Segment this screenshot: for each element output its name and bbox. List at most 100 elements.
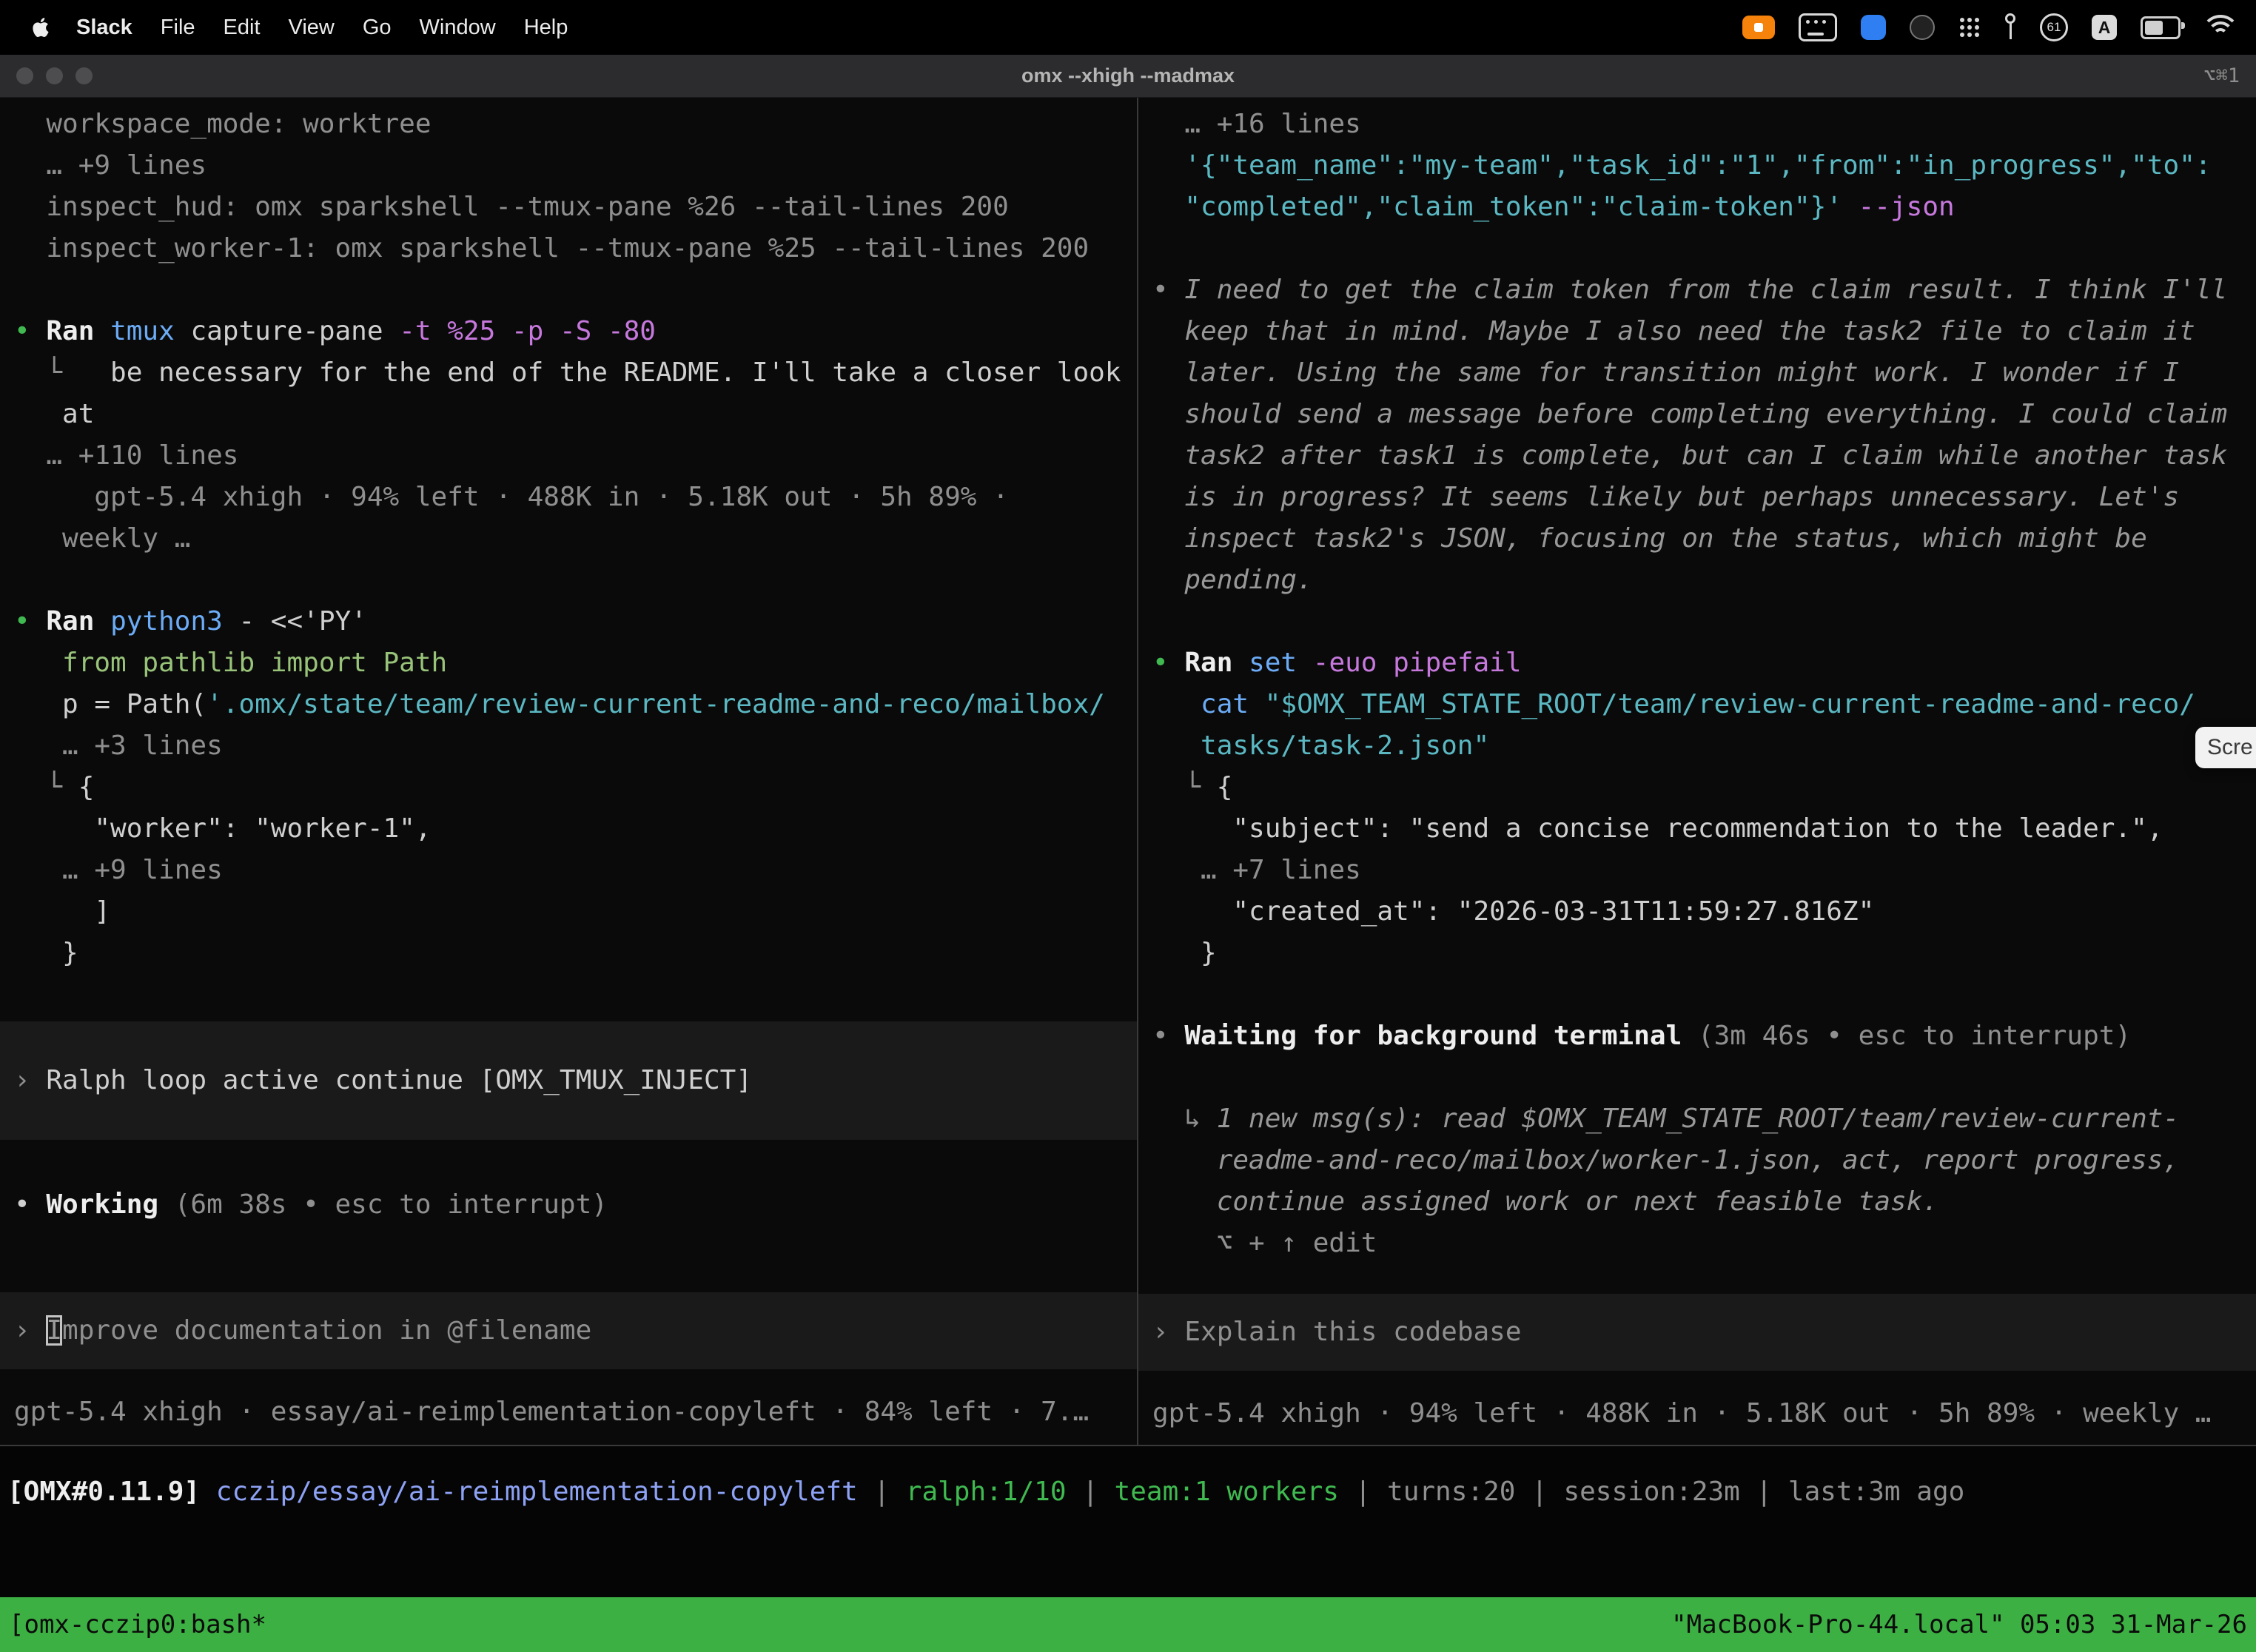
composer-placeholder[interactable]: › Improve documentation in @filename	[0, 1292, 1137, 1369]
right-terminal-pane: … +16 lines '{"team_name":"my-team","tas…	[1138, 98, 2256, 1445]
terminal-text-segment: later. Using the same for transition mig…	[1152, 357, 2179, 388]
terminal-line: "completed","claim_token":"claim-token"}…	[1138, 187, 2256, 228]
terminal-text-segment: capture-pane	[190, 316, 399, 346]
terminal-text-segment: p = Path(	[14, 689, 207, 719]
last-activity: last:3m ago	[1788, 1477, 1964, 1507]
close-button[interactable]	[16, 67, 33, 84]
terminal-text-segment: Ran	[1184, 648, 1249, 678]
turns-counter: turns:20	[1387, 1477, 1515, 1507]
terminal-text-segment: … +110 lines	[14, 440, 238, 471]
terminal-line: └ be necessary for the end of the README…	[0, 352, 1137, 394]
terminal-line: pending.	[1138, 560, 2256, 601]
terminal-text-segment: |	[858, 1477, 906, 1507]
menu-help[interactable]: Help	[510, 16, 583, 40]
terminal-text-segment: workspace_mode: worktree	[14, 109, 432, 139]
terminal-line: "created_at": "2026-03-31T11:59:27.816Z"	[1138, 891, 2256, 933]
apple-menu[interactable]	[19, 18, 62, 37]
terminal-line: inspect_hud: omx sparkshell --tmux-pane …	[0, 187, 1137, 228]
terminal-text-segment: weekly …	[14, 523, 190, 554]
menu-window[interactable]: Window	[406, 16, 510, 40]
menu-go[interactable]: Go	[349, 16, 406, 40]
terminal-text-segment: (3m 46s • esc to interrupt)	[1682, 1021, 2131, 1051]
terminal-text-segment: keep that in mind. Maybe I also need the…	[1152, 316, 2195, 346]
terminal-text-segment: is in progress? It seems likely but perh…	[1152, 482, 2179, 512]
terminal-text-segment: (6m 38s • esc to interrupt)	[158, 1189, 608, 1220]
menu-app-name[interactable]: Slack	[62, 16, 147, 40]
input-source-icon[interactable]: A	[2092, 15, 2117, 40]
key-icon[interactable]	[2004, 13, 2016, 41]
ralph-loop-banner[interactable]: › Ralph loop active continue [OMX_TMUX_I…	[0, 1021, 1137, 1140]
terminal-text-segment: '.omx/state/team/review-current-readme-a…	[207, 689, 1105, 719]
terminal-text-segment: "completed","claim_token":"claim-token"}…	[1152, 192, 1859, 222]
wifi-icon[interactable]	[2204, 15, 2237, 40]
terminal-text-segment: "worker": "worker-1",	[14, 813, 432, 844]
terminal-text-segment: •	[14, 1189, 46, 1220]
terminal-text-segment	[200, 1477, 216, 1507]
battery-icon[interactable]	[2141, 16, 2181, 39]
terminal-text-segment: … +3 lines	[14, 731, 223, 761]
minimize-button[interactable]	[46, 67, 63, 84]
menu-file[interactable]: File	[147, 16, 209, 40]
team-workers-counter: team:1 workers	[1115, 1477, 1339, 1507]
terminal-text-segment: ›	[14, 1315, 46, 1346]
battery-percent-badge[interactable]: 61	[2040, 13, 2068, 41]
waiting-status-line: • Waiting for background terminal (3m 46…	[1138, 1015, 2256, 1057]
terminal-line: is in progress? It seems likely but perh…	[1138, 477, 2256, 518]
terminal-line: … +3 lines	[0, 725, 1137, 767]
menu-edit[interactable]: Edit	[209, 16, 275, 40]
composer-placeholder[interactable]: › Explain this codebase	[1138, 1294, 2256, 1371]
terminal-line	[0, 560, 1137, 601]
tmux-session-label[interactable]: [omx-cczip0:bash*	[9, 1610, 266, 1639]
ran-command-line[interactable]: • Ran python3 - <<'PY'	[0, 601, 1137, 642]
terminal-line: p = Path('.omx/state/team/review-current…	[0, 684, 1137, 725]
terminal-text-segment: "created_at": "2026-03-31T11:59:27.816Z"	[1152, 896, 1874, 927]
terminal-text-segment: tasks/task-2.json"	[1152, 731, 1489, 761]
menu-view[interactable]: View	[275, 16, 349, 40]
terminal-content: workspace_mode: worktree … +9 lines insp…	[0, 98, 2256, 1446]
terminal-line: … +110 lines	[0, 435, 1137, 477]
terminal-text-segment: ⌥ + ↑ edit	[1152, 1228, 1377, 1258]
terminal-line: ⌥ + ↑ edit	[1138, 1223, 2256, 1264]
workspace-path: cczip/essay/ai-reimplementation-copyleft	[216, 1477, 858, 1507]
tmux-host-clock-label: "MacBook-Pro-44.local" 05:03 31-Mar-26	[1671, 1610, 2247, 1639]
model-status-line: gpt-5.4 xhigh · 94% left · 488K in · 5.1…	[1138, 1393, 2256, 1434]
terminal-line: }	[0, 933, 1137, 974]
dark-app-icon[interactable]	[1910, 15, 1935, 40]
grid-menu-icon[interactable]	[1958, 16, 1981, 38]
keyboard-viewer-icon[interactable]	[1799, 13, 1837, 41]
terminal-line: ]	[0, 891, 1137, 933]
apple-icon	[31, 18, 50, 37]
blue-app-icon[interactable]	[1861, 15, 1886, 40]
terminal-line	[0, 974, 1137, 1015]
screen-overlay-badge[interactable]: Scre	[2195, 727, 2256, 768]
terminal-line: continue assigned work or next feasible …	[1138, 1181, 2256, 1223]
terminal-text-segment: └	[1152, 772, 1217, 802]
terminal-text-segment: Explain this codebase	[1184, 1317, 1521, 1347]
terminal-text-segment: inspect task2's JSON, focusing on the st…	[1152, 523, 2147, 554]
terminal-text-segment: }	[14, 938, 78, 968]
terminal-line: should send a message before completing …	[1138, 394, 2256, 435]
terminal-text-segment: -euo pipefail	[1313, 648, 1522, 678]
terminal-text-segment: '{"team_name":"my-team","task_id":"1","f…	[1152, 150, 2211, 181]
terminal-line: … +9 lines	[0, 850, 1137, 891]
terminal-text-segment: gpt-5.4 xhigh · 94% left · 488K in · 5.1…	[14, 482, 1009, 512]
text-cursor: I	[46, 1315, 62, 1346]
ran-command-line[interactable]: • Ran set -euo pipefail	[1138, 642, 2256, 684]
model-status-line: gpt-5.4 xhigh · essay/ai-reimplementatio…	[0, 1391, 1137, 1433]
terminal-text-segment: set	[1249, 648, 1313, 678]
terminal-line	[1138, 1057, 2256, 1098]
terminal-text-segment: --json	[1859, 192, 1955, 222]
terminal-text-segment: Ran	[46, 606, 110, 637]
terminal-line: gpt-5.4 xhigh · 94% left · 488K in · 5.1…	[0, 477, 1137, 518]
terminal-line: … +16 lines	[1138, 104, 2256, 145]
screen-recording-indicator[interactable]	[1742, 16, 1775, 39]
window-title-bar[interactable]: omx --xhigh --madmax ⌥⌘1	[0, 55, 2256, 98]
terminal-text-segment: should send a message before completing …	[1152, 399, 2227, 429]
terminal-text-segment: mprove documentation in @filename	[62, 1315, 591, 1346]
terminal-line: workspace_mode: worktree	[0, 104, 1137, 145]
ran-command-line[interactable]: • Ran tmux capture-pane -t %25 -p -S -80	[0, 311, 1137, 352]
zoom-button[interactable]	[75, 67, 93, 84]
working-status-line: • Working (6m 38s • esc to interrupt)	[0, 1184, 1137, 1226]
terminal-line: task2 after task1 is complete, but can I…	[1138, 435, 2256, 477]
terminal-line: keep that in mind. Maybe I also need the…	[1138, 311, 2256, 352]
